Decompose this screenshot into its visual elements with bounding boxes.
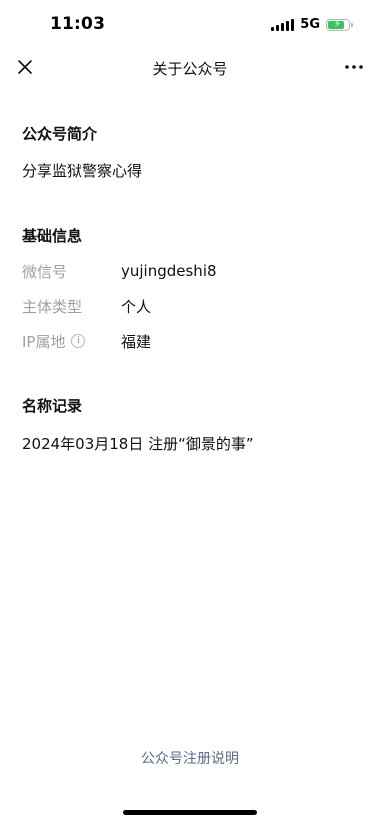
info-row-entity-type: 主体类型 个人	[22, 296, 358, 316]
info-value: yujingdeshi8	[121, 262, 217, 280]
info-value: 福建	[121, 332, 152, 351]
nav-bar: 关于公众号	[0, 48, 380, 86]
basic-info-section: 基础信息 微信号 yujingdeshi8 主体类型 个人 IP属地 i 福建	[22, 225, 358, 351]
battery-icon: ⚡	[326, 18, 353, 31]
name-records-section: 名称记录 2024年03月18日 注册“御景的事”	[22, 395, 358, 454]
info-label-ip: IP属地 i	[22, 331, 121, 352]
basic-info-title: 基础信息	[22, 227, 83, 245]
registration-info-link[interactable]: 公众号注册说明	[0, 748, 380, 768]
intro-title: 公众号简介	[22, 125, 98, 143]
status-time: 11:03	[50, 14, 106, 34]
info-icon[interactable]: i	[71, 334, 86, 348]
info-label-text: IP属地	[22, 332, 66, 351]
home-indicator	[123, 810, 257, 815]
name-records-title: 名称记录	[22, 397, 83, 415]
network-type: 5G	[300, 17, 320, 32]
status-bar: 11:03 5G ⚡	[0, 0, 380, 50]
info-row-wechat-id: 微信号 yujingdeshi8	[22, 261, 358, 281]
more-icon[interactable]	[342, 56, 366, 78]
info-label: 主体类型	[22, 297, 83, 316]
page-title: 关于公众号	[152, 60, 228, 78]
info-label: 微信号	[22, 262, 68, 281]
intro-text: 分享监狱警察心得	[22, 162, 143, 180]
intro-section: 公众号简介 分享监狱警察心得	[22, 123, 358, 181]
info-value: 个人	[121, 297, 152, 316]
status-indicators: 5G ⚡	[271, 17, 353, 32]
info-row-ip-location: IP属地 i 福建	[22, 331, 358, 351]
charging-icon: ⚡	[334, 18, 342, 30]
cellular-signal-icon	[271, 18, 295, 31]
name-record-item: 2024年03月18日 注册“御景的事”	[22, 435, 254, 453]
